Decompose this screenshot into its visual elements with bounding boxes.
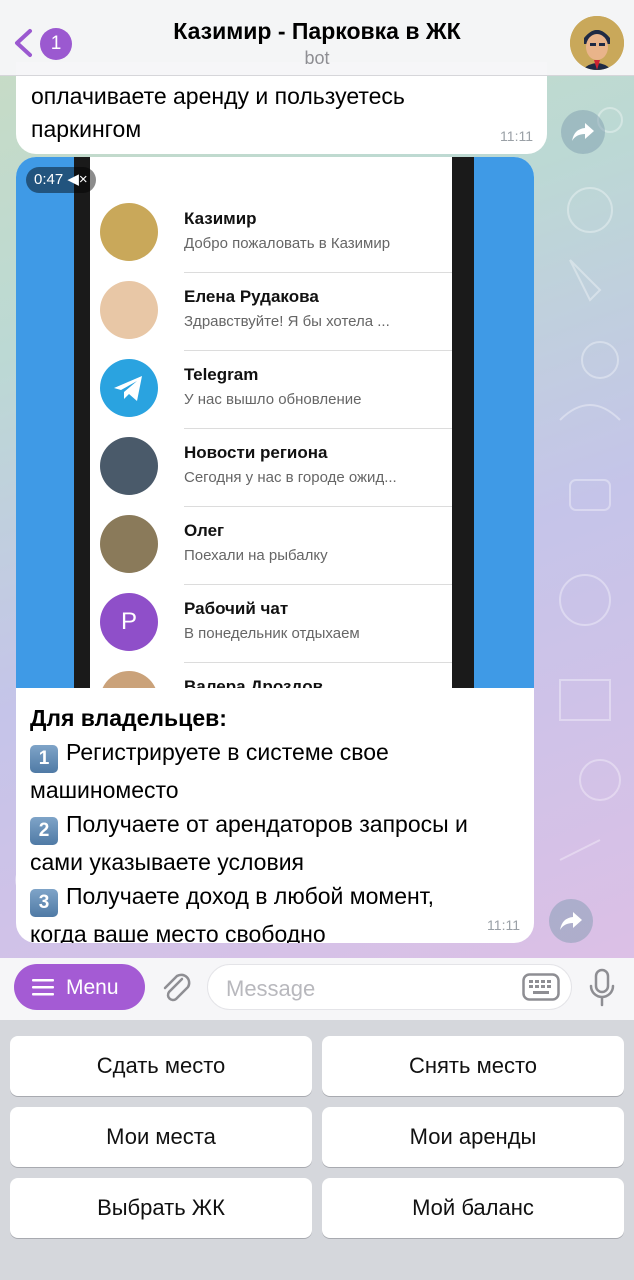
caption-heading: Для владельцев: (30, 705, 227, 731)
message-time: 11:11 (500, 128, 533, 144)
choose-complex-button[interactable]: Выбрать ЖК (10, 1178, 312, 1238)
chat-header: 1 Казимир - Парковка в ЖК bot (0, 0, 634, 76)
message-line: паркингом (31, 116, 142, 142)
chat-title[interactable]: Казимир - Парковка в ЖК (0, 18, 634, 45)
menu-button[interactable]: Menu (14, 964, 145, 1010)
chat-name: Елена Рудакова (184, 287, 319, 306)
chat-preview: В понедельник отдыхаем (184, 625, 360, 642)
photo-avatar (100, 281, 158, 339)
chat-name: Новости региона (184, 443, 328, 462)
message-time: 11:11 (487, 917, 520, 933)
cartoon-avatar (100, 203, 158, 261)
chat-name: Казимир (184, 209, 257, 228)
message-input-bar: Menu Message (0, 958, 634, 1020)
paperclip-icon[interactable] (158, 970, 194, 1006)
my-spots-button[interactable]: Мои места (10, 1107, 312, 1167)
video-duration-badge: 0:47 ◀× (26, 167, 96, 193)
photo-avatar (100, 437, 158, 495)
hamburger-icon (32, 979, 54, 996)
forward-button[interactable] (561, 110, 605, 154)
phone-screen: Казимир Добро пожаловать в Казимир Елена Р… (90, 157, 452, 688)
caption-text: Регистрируете в системе свое (66, 739, 389, 765)
caption-item-3: 3 Получаете доход в любой момент, (30, 879, 526, 917)
video-message-bubble[interactable]: 0:47 ◀× Казимир Добро пожаловать в Казими… (16, 157, 534, 943)
my-rentals-button[interactable]: Мои аренды (322, 1107, 624, 1167)
letter-avatar: P (100, 593, 158, 651)
chat-preview: У нас вышло обновление (184, 391, 362, 408)
chat-preview: Добро пожаловать в Казимир (184, 235, 391, 252)
message-text: оплачиваете аренду и пользуетесь паркинг… (31, 80, 405, 146)
message-line: оплачиваете аренду и пользуетесь (31, 83, 405, 109)
caption-item-2: 2 Получаете от арендаторов запросы и (30, 807, 526, 845)
chat-list-item: Новости региона Сегодня у нас в городе ож… (90, 429, 452, 507)
chat-preview: Здравствуйте! Я бы хотела ... (184, 313, 390, 330)
chat-name: Рабочий чат (184, 599, 289, 618)
photo-avatar (100, 515, 158, 573)
caption-text: машиноместо (30, 777, 179, 803)
message-caption: Для владельцев: 1 Регистрируете в системе… (30, 701, 526, 943)
bot-reply-keyboard: Сдать место Снять место Мои места Мои ар… (0, 1020, 634, 1280)
keyboard-icon[interactable] (522, 973, 560, 1001)
share-arrow-icon (572, 123, 594, 141)
rent-spot-button[interactable]: Снять место (322, 1036, 624, 1096)
forward-button[interactable] (549, 899, 593, 943)
chat-subtitle: bot (304, 48, 330, 68)
caption-text: сами указываете условия (30, 849, 304, 875)
caption-text: Получаете доход в любой момент, (66, 883, 435, 909)
chat-list-item: Казимир Добро пожаловать в Казимир (90, 195, 452, 273)
chat-name: Telegram (184, 365, 259, 384)
caption-text: когда ваше место свободно (30, 921, 326, 943)
rent-out-spot-button[interactable]: Сдать место (10, 1036, 312, 1096)
chat-list-item: Telegram У нас вышло обновление (90, 351, 452, 429)
keycap-1-icon: 1 (30, 745, 58, 773)
telegram-icon (100, 359, 158, 417)
chat-list-item: P Рабочий чат В понедельник отдыхаем (90, 585, 452, 663)
chat-preview: Сегодня у нас в городе ожид... (184, 469, 397, 486)
menu-label: Menu (66, 976, 119, 999)
chat-name: Олег (184, 521, 225, 540)
chat-list-item: Валера Дроздов (90, 663, 452, 688)
share-arrow-icon (560, 912, 582, 930)
chat-list-item: Олег Поехали на рыбалку (90, 507, 452, 585)
keycap-3-icon: 3 (30, 889, 58, 917)
caption-item-1: 1 Регистрируете в системе свое (30, 735, 526, 773)
chat-list-item: Елена Рудакова Здравствуйте! Я бы хотела … (90, 273, 452, 351)
chat-preview: Поехали на рыбалку (184, 547, 328, 564)
photo-avatar (100, 671, 158, 688)
video-player[interactable]: 0:47 ◀× Казимир Добро пожаловать в Казими… (16, 157, 534, 688)
cartoon-face-icon (570, 16, 624, 70)
microphone-icon[interactable] (588, 968, 616, 1008)
phone-frame: Казимир Добро пожаловать в Казимир Елена Р… (74, 157, 474, 688)
message-placeholder: Message (226, 976, 316, 1001)
bot-avatar[interactable] (570, 16, 624, 70)
video-duration: 0:47 (34, 171, 64, 188)
chat-name: Валера Дроздов (184, 677, 324, 688)
muted-icon[interactable]: ◀× (67, 171, 87, 188)
keycap-2-icon: 2 (30, 817, 58, 845)
caption-text: Получаете от арендаторов запросы и (66, 811, 468, 837)
message-input[interactable]: Message (207, 964, 572, 1010)
my-balance-button[interactable]: Мой баланс (322, 1178, 624, 1238)
